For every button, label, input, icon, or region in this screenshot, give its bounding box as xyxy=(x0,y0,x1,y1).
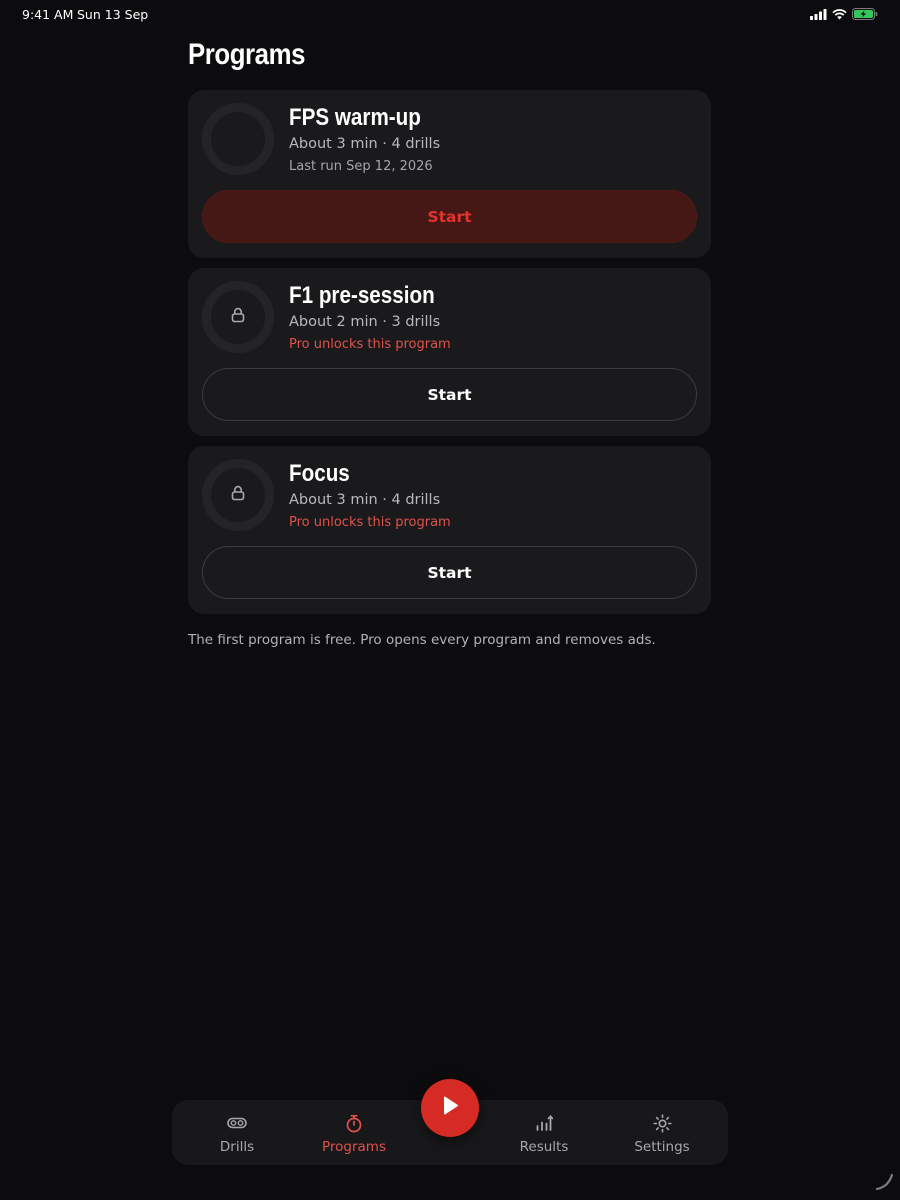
start-button[interactable]: Start xyxy=(202,190,697,243)
tab-label: Programs xyxy=(322,1139,386,1155)
program-meta: About 2 min · 3 drills xyxy=(289,314,441,330)
start-button[interactable]: Start xyxy=(202,368,697,421)
lock-icon xyxy=(231,485,245,505)
lock-icon xyxy=(231,307,245,327)
program-card: Focus About 3 min · 4 drills Pro unlocks… xyxy=(188,446,711,614)
program-title: F1 pre-session xyxy=(289,282,435,309)
program-title: Focus xyxy=(289,460,350,487)
play-button[interactable] xyxy=(421,1079,479,1137)
status-bar: 9:41 AM Sun 13 Sep xyxy=(0,0,900,28)
cellular-signal-icon xyxy=(810,8,827,23)
stopwatch-icon xyxy=(345,1112,363,1134)
tab-label: Results xyxy=(519,1139,569,1155)
status-icons xyxy=(810,8,878,23)
footnote: The first program is free. Pro opens eve… xyxy=(188,632,656,648)
program-meta: About 3 min · 4 drills xyxy=(289,492,441,508)
start-button[interactable]: Start xyxy=(202,546,697,599)
pro-lock-note: Pro unlocks this program xyxy=(289,515,451,530)
pro-lock-note: Pro unlocks this program xyxy=(289,337,451,352)
program-meta: About 3 min · 4 drills xyxy=(289,136,441,152)
tab-label: Drills xyxy=(219,1139,255,1155)
progress-ring xyxy=(202,459,274,531)
tab-settings[interactable]: Settings xyxy=(607,1100,717,1165)
status-time: 9:41 AM xyxy=(22,7,74,22)
battery-charging-icon xyxy=(852,8,878,23)
bar-chart-icon xyxy=(535,1112,553,1134)
status-date: Sun 13 Sep xyxy=(77,7,149,22)
program-title: FPS warm-up xyxy=(289,104,421,131)
program-last-run: Last run Sep 12, 2026 xyxy=(289,159,433,174)
program-card: F1 pre-session About 2 min · 3 drills Pr… xyxy=(188,268,711,436)
page-title: Programs xyxy=(188,38,306,71)
programs-screen: 9:41 AM Sun 13 Sep Programs FPS warm-up … xyxy=(0,0,900,1200)
tab-programs[interactable]: Programs xyxy=(299,1100,409,1165)
progress-ring xyxy=(202,103,274,175)
tab-label: Settings xyxy=(634,1139,690,1155)
program-card: FPS warm-up About 3 min · 4 drills Last … xyxy=(188,90,711,258)
link-icon xyxy=(227,1112,247,1134)
play-icon xyxy=(440,1095,460,1121)
tab-drills[interactable]: Drills xyxy=(182,1100,292,1165)
resize-handle-icon xyxy=(874,1170,896,1196)
gear-icon xyxy=(652,1112,672,1134)
wifi-icon xyxy=(832,8,847,23)
tab-results[interactable]: Results xyxy=(489,1100,599,1165)
progress-ring xyxy=(202,281,274,353)
